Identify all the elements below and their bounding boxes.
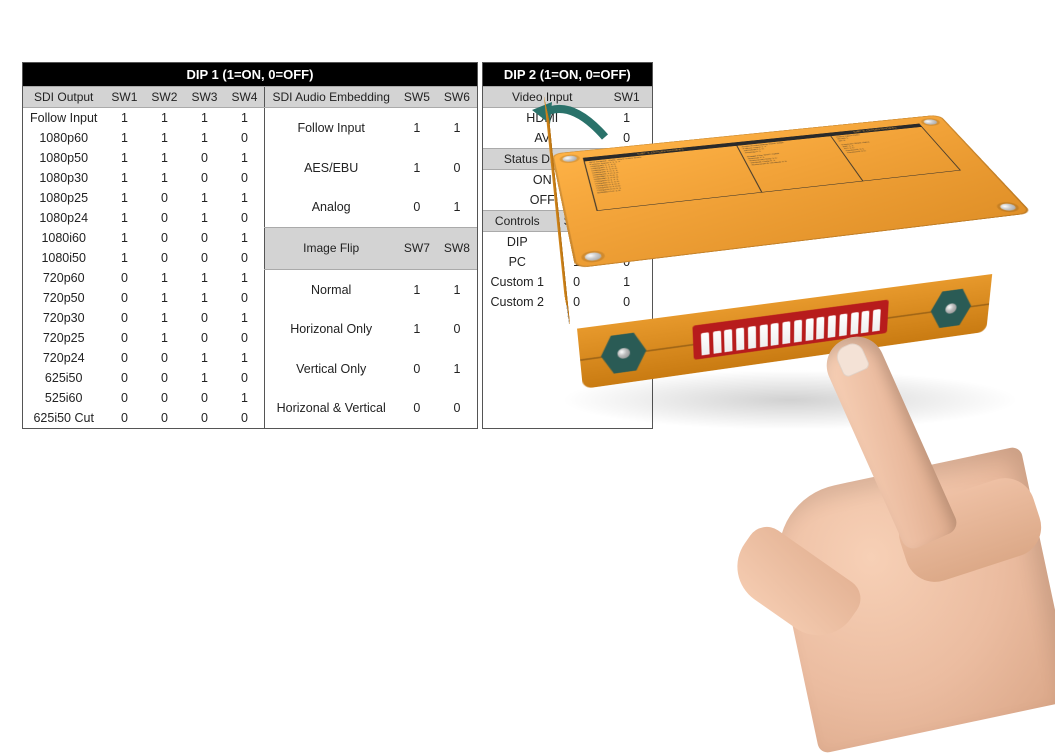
table-row: Follow Input1111 (23, 108, 264, 129)
table-row: 525i600001 (23, 388, 264, 408)
table-row: Normal11 (265, 269, 477, 309)
table-row: Analog01 (265, 187, 477, 227)
table-row: 1080p601110 (23, 128, 264, 148)
col-header: SW1 (104, 87, 144, 108)
device-label-plate: DIP 1 (1=ON 0=OFF) SDI Output SW1 SW2 SW… (583, 124, 961, 211)
dip1-right-column: SDI Audio EmbeddingSW5SW6 Follow Input11… (264, 86, 476, 428)
section-header: Image FlipSW7SW8 (265, 228, 477, 269)
table-row: 1080i601001 (23, 228, 264, 248)
dip1-sdi-output-table: SDI OutputSW1SW2SW3SW4 Follow Input11111… (23, 86, 264, 428)
table-row: 720p500110 (23, 288, 264, 308)
col-header: SDI Audio Embedding (265, 87, 397, 108)
table-row: 1080p251011 (23, 188, 264, 208)
col-header: SDI Output (23, 87, 104, 108)
col-header: SW3 (184, 87, 224, 108)
table-row: 720p250100 (23, 328, 264, 348)
dip1-title: DIP 1 (1=ON, 0=OFF) (23, 63, 477, 86)
table-row: Follow Input11 (265, 108, 477, 148)
table-row: Vertical Only01 (265, 349, 477, 388)
col-header: SW6 (437, 87, 477, 108)
table-row: 720p240011 (23, 348, 264, 368)
table-row: 1080p241010 (23, 208, 264, 228)
table-row: 625i50 Cut0000 (23, 408, 264, 428)
table-row: 625i500010 (23, 368, 264, 388)
col-header: SW2 (144, 87, 184, 108)
table-row: 1080p301100 (23, 168, 264, 188)
dip1-block: DIP 1 (1=ON, 0=OFF) SDI OutputSW1SW2SW3S… (22, 62, 478, 429)
col-header: SW4 (224, 87, 264, 108)
device-top-face: DIP 1 (1=ON 0=OFF) SDI Output SW1 SW2 SW… (551, 115, 1032, 269)
table-row: 720p300101 (23, 308, 264, 328)
dip2-title: DIP 2 (1=ON, 0=OFF) (483, 63, 652, 86)
col-header: SW5 (397, 87, 437, 108)
table-row: 720p600111 (23, 268, 264, 288)
table-row: 1080i501000 (23, 248, 264, 268)
table-row: Horizonal & Vertical00 (265, 388, 477, 428)
table-row: 1080p501101 (23, 148, 264, 168)
table-row: AES/EBU10 (265, 148, 477, 187)
hand-illustration (760, 330, 1020, 670)
table-row: Horizonal Only10 (265, 310, 477, 349)
